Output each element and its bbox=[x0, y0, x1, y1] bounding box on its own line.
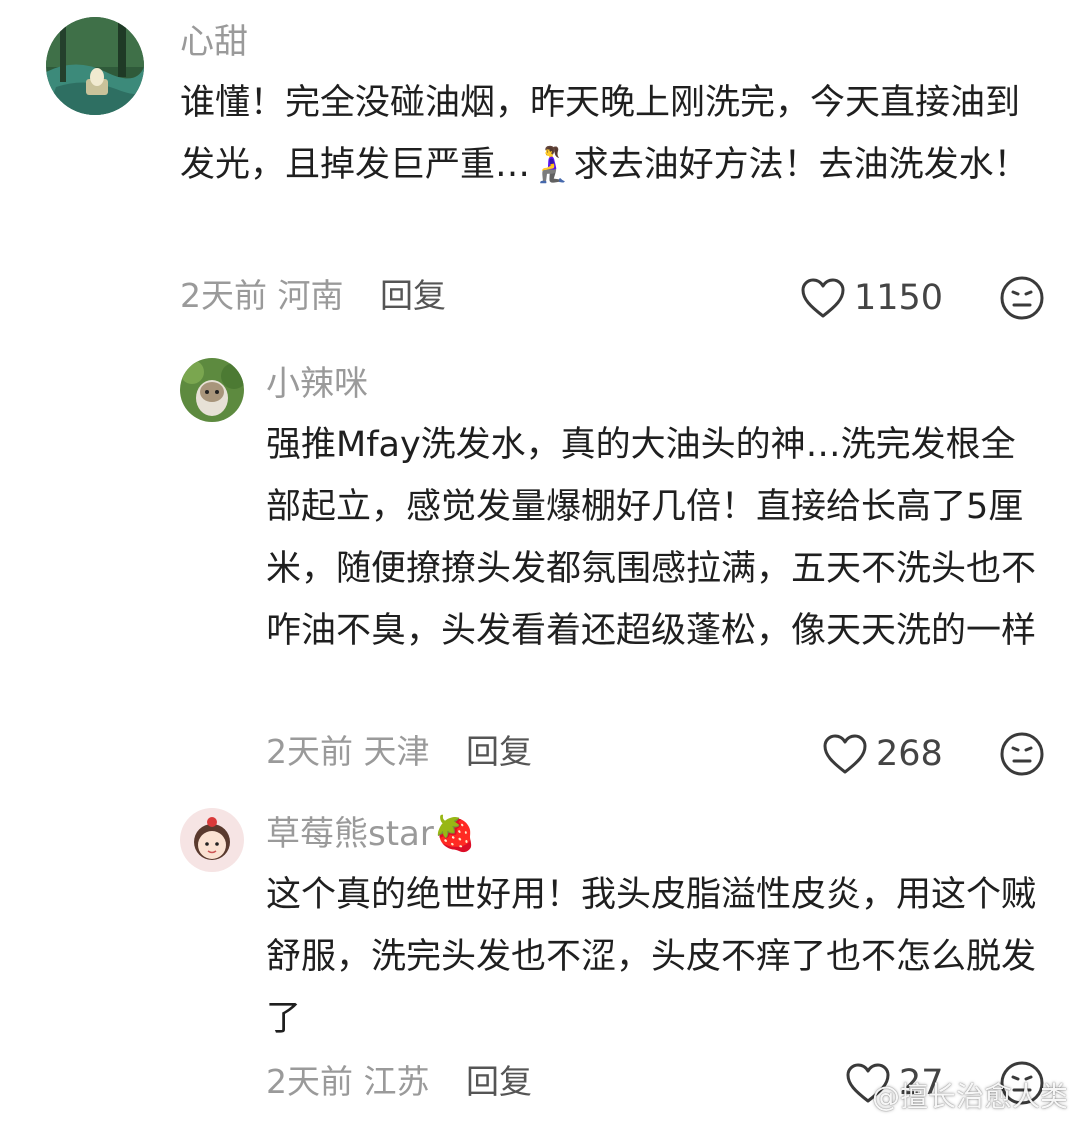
comment-time: 2天前 bbox=[266, 1062, 353, 1101]
comment-meta: 2天前 河南 回复 bbox=[180, 276, 446, 316]
comment-text: 这个真的绝世好用！我头皮脂溢性皮炎，用这个贼舒服，洗完头发也不涩，头皮不痒了也不… bbox=[266, 875, 1037, 1039]
comment-2: 小辣咪 强推Mfay洗发水，真的大油头的神…洗完发根全部起立，感觉发量爆棚好几倍… bbox=[0, 340, 1080, 800]
comment-location: 江苏 bbox=[363, 1062, 430, 1101]
heart-outline-icon bbox=[801, 278, 845, 318]
like-button[interactable]: 1150 bbox=[800, 273, 943, 323]
neutral-face-icon bbox=[1000, 732, 1044, 776]
dislike-button[interactable] bbox=[999, 731, 1045, 777]
avatar[interactable] bbox=[46, 17, 144, 115]
reply-button[interactable]: 回复 bbox=[466, 732, 532, 771]
heart-outline-icon bbox=[823, 734, 867, 774]
watermark: @擅长治愈人类 bbox=[871, 1080, 1068, 1113]
reply-button[interactable]: 回复 bbox=[380, 276, 446, 315]
username[interactable]: 小辣咪 bbox=[266, 364, 368, 404]
comment-meta: 2天前 江苏 回复 bbox=[266, 1062, 532, 1102]
username[interactable]: 草莓熊star🍓 bbox=[266, 814, 476, 854]
avatar[interactable] bbox=[180, 808, 244, 872]
like-button[interactable]: 268 bbox=[822, 729, 943, 779]
dislike-button[interactable] bbox=[999, 275, 1045, 321]
neutral-face-icon bbox=[1000, 276, 1044, 320]
comment-1: 心甜 谁懂！完全没碰油烟，昨天晚上刚洗完，今天直接油到发光，且掉发巨严重…🧎‍♀… bbox=[0, 0, 1080, 340]
username[interactable]: 心甜 bbox=[180, 22, 248, 62]
like-count: 1150 bbox=[854, 278, 944, 318]
comment-text: 谁懂！完全没碰油烟，昨天晚上刚洗完，今天直接油到发光，且掉发巨严重…🧎‍♀️求去… bbox=[180, 83, 1029, 185]
like-count: 268 bbox=[876, 734, 943, 774]
comment-time: 2天前 bbox=[180, 276, 267, 315]
avatar-cartoon-girl-image bbox=[180, 808, 244, 872]
avatar[interactable] bbox=[180, 358, 244, 422]
avatar-forest-image bbox=[46, 17, 144, 115]
comment-location: 河南 bbox=[277, 276, 344, 315]
comment-time: 2天前 bbox=[266, 732, 353, 771]
comment-meta: 2天前 天津 回复 bbox=[266, 732, 532, 772]
reply-button[interactable]: 回复 bbox=[466, 1062, 532, 1101]
comment-location: 天津 bbox=[363, 732, 430, 771]
comment-text: 强推Mfay洗发水，真的大油头的神…洗完发根全部起立，感觉发量爆棚好几倍！直接给… bbox=[266, 425, 1037, 651]
avatar-cat-image bbox=[180, 358, 244, 422]
